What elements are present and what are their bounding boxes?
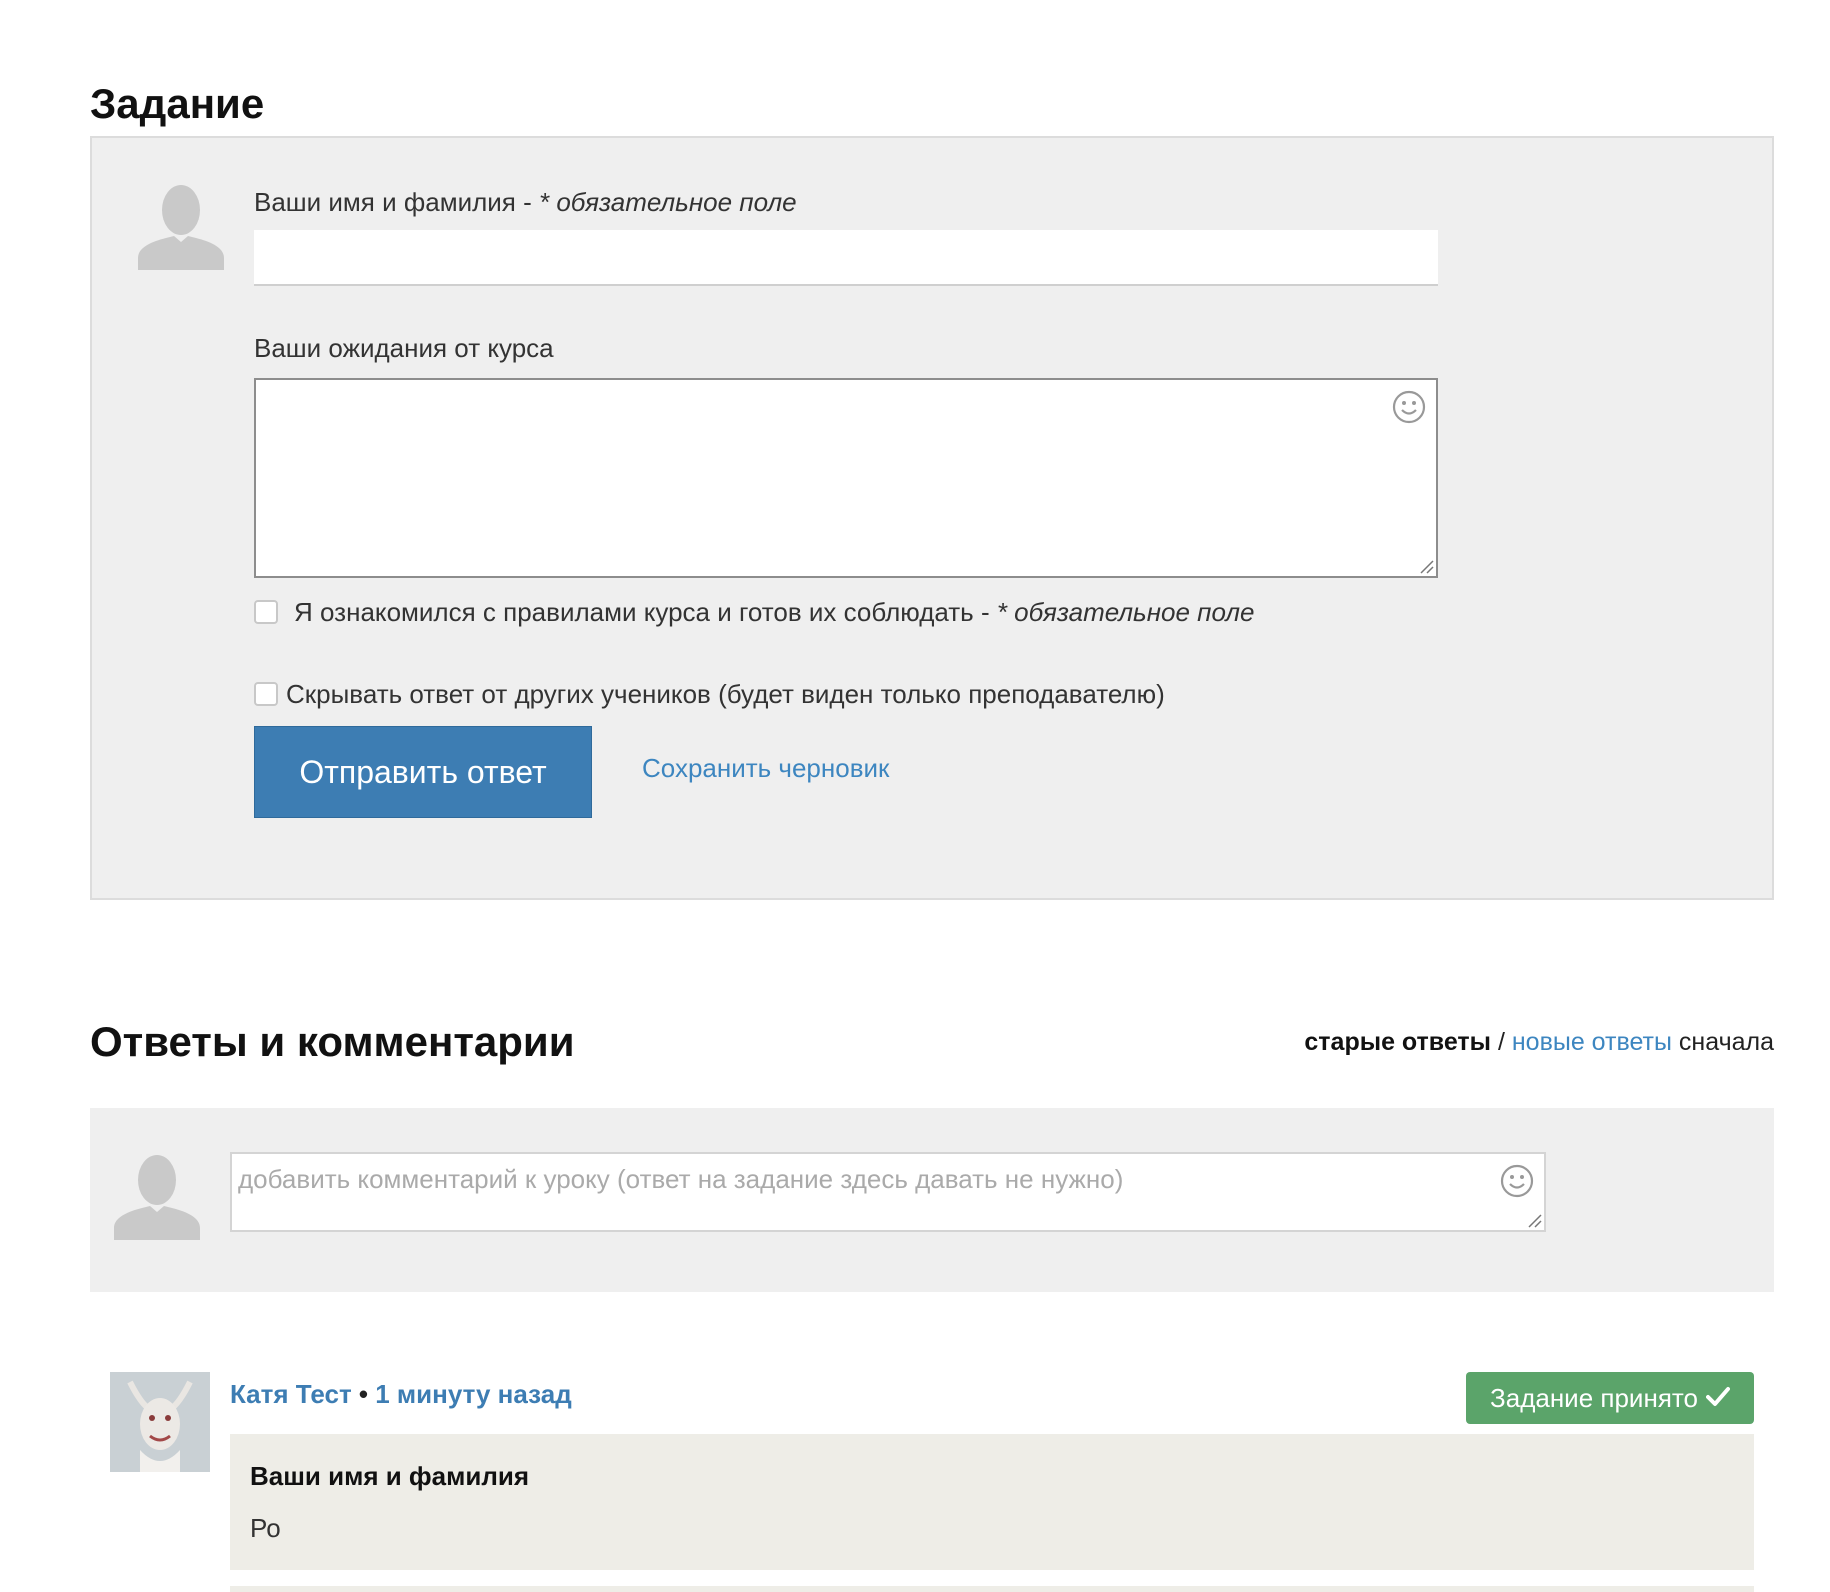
emoji-icon[interactable] [1500,1164,1534,1198]
save-draft-link[interactable]: Сохранить черновик [642,752,889,784]
answer-field-value: Ро [250,1513,281,1543]
comment-panel: добавить комментарий к уроку (ответ на з… [90,1108,1774,1292]
sort-old-first[interactable]: старые ответы [1304,1028,1491,1056]
hide-answer-checkbox[interactable] [254,682,278,706]
author-avatar[interactable] [110,1372,210,1472]
meta-separator: • [351,1379,376,1409]
answer-meta: Катя Тест • 1 минуту назад [230,1378,572,1410]
comment-placeholder: добавить комментарий к уроку (ответ на з… [238,1164,1124,1194]
name-input[interactable] [254,230,1438,286]
author-link[interactable]: Катя Тест [230,1379,352,1409]
name-label-text: Ваши имя и фамилия - [254,187,539,217]
answer-card: Ваши имя и фамилия Ро [230,1434,1754,1570]
sort-separator: / [1491,1028,1512,1056]
status-text: Задание принято [1490,1382,1698,1413]
resize-handle-icon[interactable] [1418,558,1434,574]
status-badge: Задание принято [1466,1372,1754,1424]
required-note: * обязательное поле [538,187,797,217]
user-placeholder-icon [136,180,226,270]
time-link[interactable]: 1 минуту назад [375,1379,571,1409]
checkmark-icon [1705,1383,1730,1414]
sort-new-first-link[interactable]: новые ответы [1512,1028,1672,1056]
user-placeholder-icon [112,1150,202,1240]
name-field-label: Ваши имя и фамилия - * обязательное поле [254,186,797,218]
answers-heading: Ответы и комментарии [90,1018,575,1065]
rules-label-text: Я ознакомился с правилами курса и готов … [294,597,997,627]
task-heading: Задание [90,80,265,127]
answer-field-title: Ваши имя и фамилия [250,1461,530,1491]
sort-suffix: сначала [1671,1028,1774,1056]
expectations-textarea[interactable] [254,378,1438,578]
emoji-icon[interactable] [1392,390,1426,424]
sort-switch: старые ответы / новые ответы сначала [1304,1026,1774,1058]
submit-answer-button[interactable]: Отправить ответ [254,726,592,818]
comment-input[interactable]: добавить комментарий к уроку (ответ на з… [230,1152,1546,1232]
resize-handle-icon[interactable] [1526,1212,1542,1228]
hide-answer-label: Скрывать ответ от других учеников (будет… [286,679,1165,709]
rules-label: Я ознакомился с правилами курса и готов … [294,596,1254,628]
rules-required-note: * обязательное поле [996,597,1255,627]
expectations-label: Ваши ожидания от курса [254,333,554,363]
answer-card-next [230,1586,1754,1592]
task-form: Ваши имя и фамилия - * обязательное поле… [90,136,1774,900]
rules-checkbox[interactable] [254,600,278,624]
